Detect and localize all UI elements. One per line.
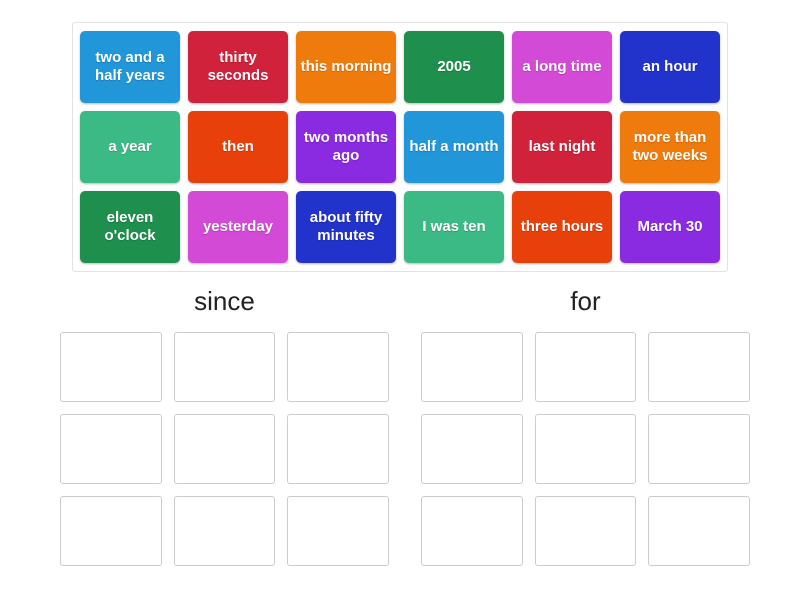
word-tile-label: last night bbox=[528, 138, 596, 156]
drop-slot[interactable] bbox=[287, 332, 389, 402]
category-slot-grid bbox=[421, 332, 750, 566]
drop-slot[interactable] bbox=[648, 414, 750, 484]
word-tile-label: two months ago bbox=[303, 129, 389, 164]
drop-slot[interactable] bbox=[287, 496, 389, 566]
word-tile-label: an hour bbox=[642, 58, 698, 76]
word-tile[interactable]: three hours bbox=[512, 191, 612, 263]
drop-slot[interactable] bbox=[173, 332, 276, 402]
word-tile[interactable]: thirty seconds bbox=[188, 31, 288, 103]
drop-slot[interactable] bbox=[287, 414, 389, 484]
drop-slot[interactable] bbox=[60, 496, 162, 566]
group-sort-activity: two and a half years thirty seconds this m… bbox=[0, 0, 800, 600]
word-tile[interactable]: a long time bbox=[512, 31, 612, 103]
word-tile-label: I was ten bbox=[422, 218, 486, 236]
word-tile-label: eleven o'clock bbox=[104, 209, 156, 244]
category-title: since bbox=[194, 286, 255, 316]
drop-slot[interactable] bbox=[534, 414, 637, 484]
drop-slot[interactable] bbox=[173, 414, 276, 484]
word-tile[interactable]: this morning bbox=[296, 31, 396, 103]
word-tile-label: half a month bbox=[409, 138, 499, 156]
word-tile[interactable]: a year bbox=[80, 111, 180, 183]
word-tile-label: a long time bbox=[522, 58, 602, 76]
category-columns: since for bbox=[60, 288, 750, 566]
drop-slot[interactable] bbox=[60, 332, 162, 402]
word-tile[interactable]: then bbox=[188, 111, 288, 183]
word-bank-container: two and a half years thirty seconds this m… bbox=[72, 22, 728, 272]
word-tile-label: this morning bbox=[300, 58, 392, 76]
drop-slot[interactable] bbox=[534, 332, 637, 402]
drop-slot[interactable] bbox=[173, 496, 276, 566]
word-tile[interactable]: 2005 bbox=[404, 31, 504, 103]
word-tile[interactable]: an hour bbox=[620, 31, 720, 103]
word-tile[interactable]: I was ten bbox=[404, 191, 504, 263]
drop-slot[interactable] bbox=[421, 332, 523, 402]
word-tile-label: more than two weeks bbox=[632, 129, 708, 164]
drop-slot[interactable] bbox=[648, 496, 750, 566]
word-tile-label: two and a half years bbox=[94, 49, 166, 84]
category-slot-grid bbox=[60, 332, 389, 566]
word-tile[interactable]: March 30 bbox=[620, 191, 720, 263]
word-tile[interactable]: yesterday bbox=[188, 191, 288, 263]
word-tile[interactable]: two months ago bbox=[296, 111, 396, 183]
word-bank-tile-grid: two and a half years thirty seconds this m… bbox=[80, 31, 720, 263]
word-tile-label: yesterday bbox=[202, 218, 274, 236]
word-tile[interactable]: more than two weeks bbox=[620, 111, 720, 183]
drop-slot[interactable] bbox=[421, 496, 523, 566]
category-title: for bbox=[570, 286, 601, 316]
word-tile-label: 2005 bbox=[437, 58, 471, 76]
drop-slot[interactable] bbox=[534, 496, 637, 566]
drop-slot[interactable] bbox=[60, 414, 162, 484]
word-tile-label: March 30 bbox=[637, 218, 703, 236]
word-tile-label: thirty seconds bbox=[207, 49, 269, 84]
word-tile[interactable]: eleven o'clock bbox=[80, 191, 180, 263]
word-tile-label: three hours bbox=[520, 218, 604, 236]
word-tile[interactable]: last night bbox=[512, 111, 612, 183]
drop-slot[interactable] bbox=[648, 332, 750, 402]
word-tile[interactable]: two and a half years bbox=[80, 31, 180, 103]
word-tile-label: then bbox=[222, 138, 254, 156]
category-column: for bbox=[421, 288, 750, 566]
drop-slot[interactable] bbox=[421, 414, 523, 484]
word-tile-label: a year bbox=[108, 138, 152, 156]
word-tile[interactable]: about fifty minutes bbox=[296, 191, 396, 263]
word-tile-label: about fifty minutes bbox=[309, 209, 383, 244]
category-column: since bbox=[60, 288, 389, 566]
word-tile[interactable]: half a month bbox=[404, 111, 504, 183]
